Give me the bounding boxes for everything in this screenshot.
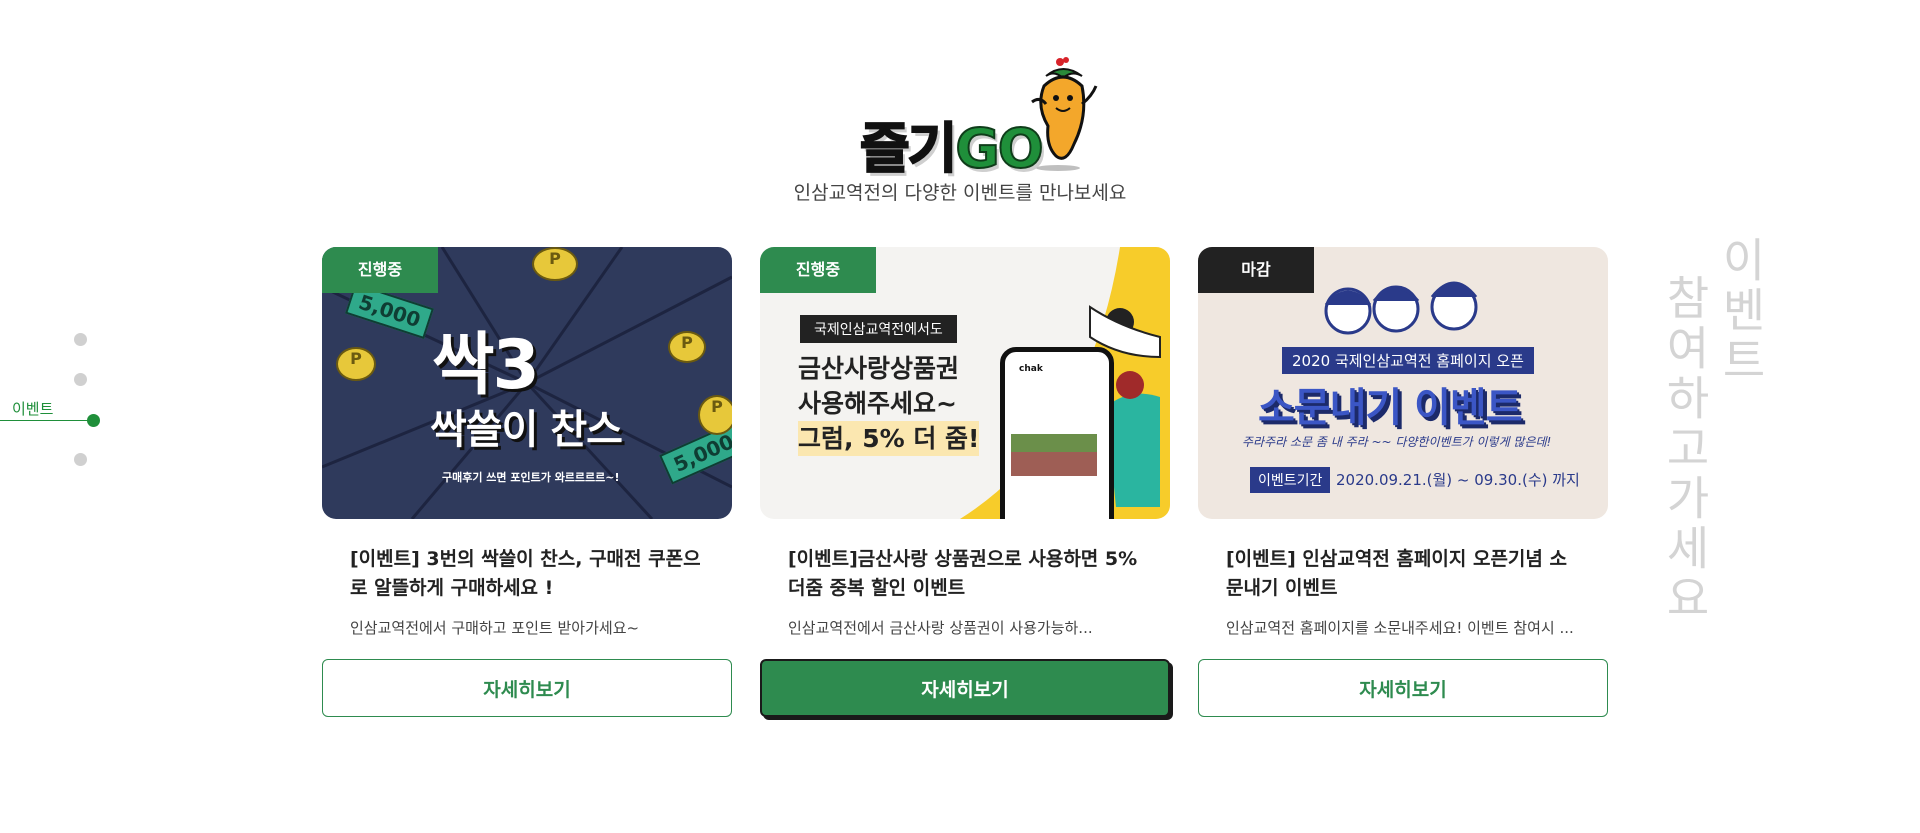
side-nav-dot[interactable] — [74, 333, 87, 346]
page-subtitle: 인삼교역전의 다양한 이벤트를 만나보세요 — [793, 182, 1127, 204]
promo-subtitle: 싹쓸이 찬스 — [430, 407, 623, 453]
event-card-desc: 인삼교역전 홈페이지를 소문내주세요! 이벤트 참여시 ... — [1226, 619, 1574, 637]
event-card-image[interactable]: 마감 2020 국제인삼교역전 홈페이지 오픈 소문내기 이벤트 주라주라 소문… — [1198, 247, 1608, 519]
event-period: 2020.09.21.(월) ~ 09.30.(수) 까지 — [1336, 471, 1580, 489]
event-card-title[interactable]: [이벤트] 3번의 싹쓸이 찬스, 구매전 쿠폰으로 알뜰하게 구매하세요 ! — [350, 545, 704, 603]
phone-photo — [1011, 452, 1097, 476]
phone-mockup: chak — [1000, 347, 1114, 519]
coin-icon: P — [336, 347, 376, 381]
event-card-title[interactable]: [이벤트] 인삼교역전 홈페이지 오픈기념 소문내기 이벤트 — [1226, 545, 1580, 603]
decor-vertical-text-1: 이벤트 — [1714, 236, 1768, 386]
promo-sub-box: 국제인삼교역전에서도 — [800, 315, 957, 343]
event-logo: 즐기GO — [859, 56, 1100, 181]
promo-copy-line: 사용해주세요~ — [798, 389, 957, 418]
logo-text-korean: 즐기 — [859, 116, 958, 181]
logo-text: 즐기GO — [859, 104, 1045, 183]
view-details-button[interactable]: 자세히보기 — [760, 659, 1170, 717]
event-card-image[interactable]: 진행중 국제인삼교역전에서도 금산사랑상품권 사용해주세요~ 그럼, 5% 더 … — [760, 247, 1170, 519]
promo-title: 싹3 — [432, 309, 540, 408]
status-badge: 마감 — [1198, 247, 1314, 293]
promo-copy-line: 그럼, 5% 더 줌! — [798, 421, 980, 456]
promo-copy-line: 금산사랑상품권 — [798, 354, 960, 383]
promo-small-title: 2020 국제인삼교역전 홈페이지 오픈 — [1282, 347, 1534, 374]
promo-caption: 구매후기 쓰면 포인트가 와르르르르~! — [442, 471, 620, 484]
promo-title-text: 싹3 — [432, 326, 540, 405]
side-nav-dot-active[interactable] — [87, 414, 100, 427]
ginseng-mascot-icon — [1031, 57, 1098, 171]
event-card-desc: 인삼교역전에서 금산사랑 상품권이 사용가능하... — [788, 619, 1093, 637]
side-nav-dot[interactable] — [74, 373, 87, 386]
phone-brand: chak — [1019, 364, 1043, 374]
promo-big-title: 소문내기 이벤트 — [1258, 385, 1523, 431]
view-details-button[interactable]: 자세히보기 — [322, 659, 732, 717]
promo-copy: 금산사랑상품권 사용해주세요~ 그럼, 5% 더 줌! — [798, 351, 980, 456]
side-nav-line — [0, 420, 95, 421]
status-badge: 진행중 — [322, 247, 438, 293]
event-card-3: 마감 2020 국제인삼교역전 홈페이지 오픈 소문내기 이벤트 주라주라 소문… — [1198, 247, 1608, 717]
event-card-desc: 인삼교역전에서 구매하고 포인트 받아가세요~ — [350, 619, 640, 637]
side-nav-dot[interactable] — [74, 453, 87, 466]
view-details-button[interactable]: 자세히보기 — [1198, 659, 1608, 717]
decor-vertical-text-2: 참여하고가세요 — [1658, 274, 1712, 624]
coin-icon: P — [532, 247, 578, 281]
promo-script: 주라주라 소문 좀 내 주라 ~~ 다양한이벤트가 이렇게 많은데! — [1242, 435, 1552, 449]
event-card-2: 진행중 국제인삼교역전에서도 금산사랑상품권 사용해주세요~ 그럼, 5% 더 … — [760, 247, 1170, 717]
status-badge: 진행중 — [760, 247, 876, 293]
event-period-label: 이벤트기간 — [1250, 467, 1331, 493]
kids-illustration-icon — [1324, 281, 1478, 335]
event-card-1: 진행중 5,000 5,000 P P P P 싹3 싹쓸이 찬스 구매후기 쓰… — [322, 247, 732, 717]
coin-icon: P — [698, 395, 732, 435]
coin-icon: P — [668, 331, 706, 363]
event-card-title[interactable]: [이벤트]금산사랑 상품권으로 사용하면 5% 더줌 중복 할인 이벤트 — [788, 545, 1142, 603]
event-card-image[interactable]: 진행중 5,000 5,000 P P P P 싹3 싹쓸이 찬스 구매후기 쓰… — [322, 247, 732, 519]
side-nav-label-event[interactable]: 이벤트 — [12, 398, 53, 419]
